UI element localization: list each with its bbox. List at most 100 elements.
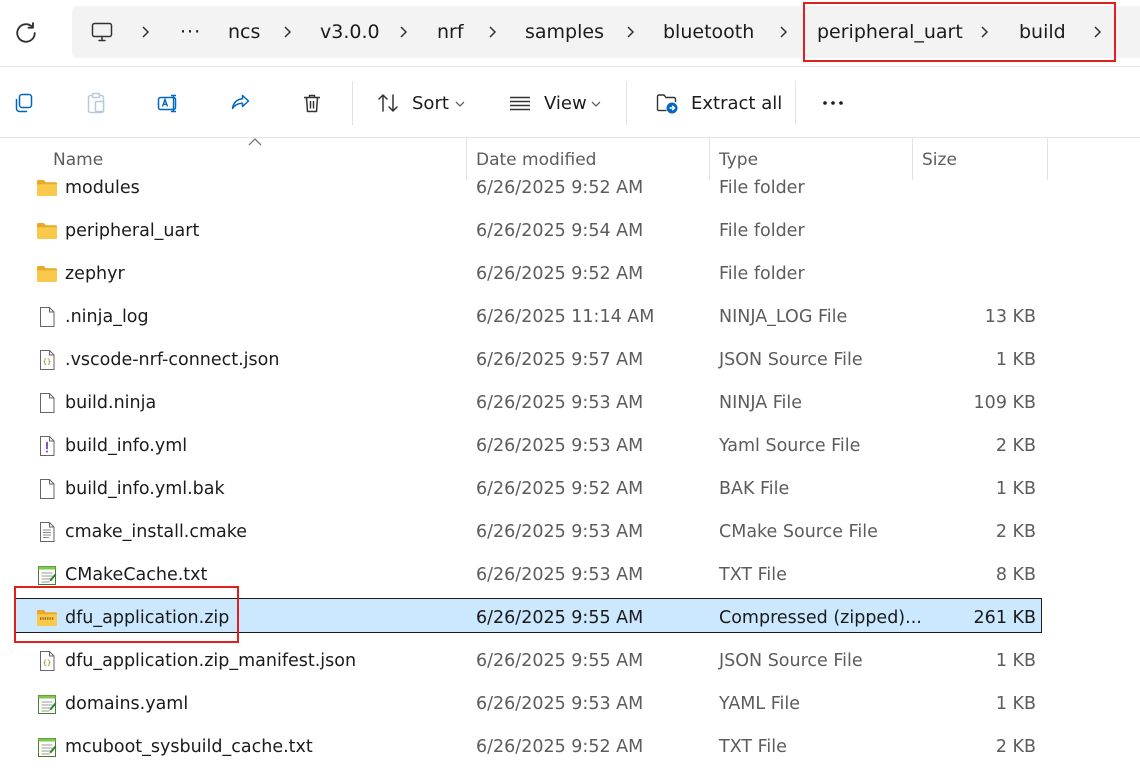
file-row[interactable]: modules 6/26/2025 9:52 AM File folder bbox=[0, 167, 1140, 210]
file-type: BAK File bbox=[719, 479, 790, 499]
toolbar-separator bbox=[795, 81, 796, 125]
sort-button[interactable]: Sort bbox=[412, 67, 449, 141]
file-name[interactable]: .ninja_log bbox=[65, 307, 149, 327]
file-name[interactable]: .vscode-nrf-connect.json bbox=[65, 350, 279, 370]
extract-icon[interactable] bbox=[655, 91, 679, 115]
share-icon[interactable] bbox=[228, 91, 252, 115]
copy-icon[interactable] bbox=[12, 91, 36, 115]
file-type: JSON Source File bbox=[719, 651, 863, 671]
file-name[interactable]: modules bbox=[65, 178, 140, 198]
paste-icon[interactable] bbox=[84, 91, 108, 115]
file-date-modified: 6/26/2025 9:52 AM bbox=[476, 178, 644, 198]
highlight-box-zip bbox=[14, 586, 239, 643]
file-row[interactable]: domains.yaml 6/26/2025 9:53 AM YAML File 1 … bbox=[0, 683, 1140, 726]
file-size: 1 KB bbox=[995, 479, 1036, 499]
file-size: 261 KB bbox=[973, 608, 1036, 628]
toolbar-separator bbox=[626, 81, 627, 125]
json-file-icon: {} bbox=[40, 651, 55, 671]
breadcrumb-overflow[interactable]: ··· bbox=[180, 6, 201, 58]
this-pc-icon[interactable] bbox=[90, 20, 114, 44]
toolbar-separator bbox=[352, 81, 353, 125]
chevron-down-icon[interactable] bbox=[591, 100, 601, 108]
file-size: 8 KB bbox=[995, 565, 1036, 585]
file-row[interactable]: build_info.yml.bak 6/26/2025 9:52 AM BAK F… bbox=[0, 468, 1140, 511]
chevron-down-icon[interactable] bbox=[455, 100, 465, 108]
file-row[interactable]: cmake_install.cmake 6/26/2025 9:53 AM CMak… bbox=[0, 511, 1140, 554]
file-date-modified: 6/26/2025 9:52 AM bbox=[476, 737, 644, 757]
chevron-right-icon[interactable] bbox=[776, 24, 792, 40]
file-type: JSON Source File bbox=[719, 350, 863, 370]
breadcrumb-bluetooth[interactable]: bluetooth bbox=[663, 6, 754, 58]
file-date-modified: 6/26/2025 11:14 AM bbox=[476, 307, 655, 327]
chevron-right-icon[interactable] bbox=[396, 24, 412, 40]
refresh-icon[interactable] bbox=[12, 19, 40, 47]
file-row[interactable]: zephyr 6/26/2025 9:52 AM File folder bbox=[0, 253, 1140, 296]
file-size: 109 KB bbox=[973, 393, 1036, 413]
file-name[interactable]: zephyr bbox=[65, 264, 125, 284]
file-size: 2 KB bbox=[995, 522, 1036, 542]
file-size: 2 KB bbox=[995, 436, 1036, 456]
file-name[interactable]: build.ninja bbox=[65, 393, 156, 413]
file-size: 2 KB bbox=[995, 737, 1036, 757]
file-date-modified: 6/26/2025 9:53 AM bbox=[476, 393, 644, 413]
blank-file-icon bbox=[40, 393, 55, 413]
file-name[interactable]: mcuboot_sysbuild_cache.txt bbox=[65, 737, 313, 757]
file-date-modified: 6/26/2025 9:57 AM bbox=[476, 350, 644, 370]
file-row[interactable]: {} .vscode-nrf-connect.json 6/26/2025 9:57… bbox=[0, 339, 1140, 382]
file-name[interactable]: CMakeCache.txt bbox=[65, 565, 207, 585]
text-file-icon bbox=[40, 522, 55, 542]
file-date-modified: 6/26/2025 9:54 AM bbox=[476, 221, 644, 241]
file-type: NINJA_LOG File bbox=[719, 307, 848, 327]
breadcrumb-ncs[interactable]: ncs bbox=[228, 6, 260, 58]
sort-icon[interactable] bbox=[376, 91, 400, 115]
file-type: TXT File bbox=[719, 565, 787, 585]
chevron-right-icon[interactable] bbox=[485, 24, 501, 40]
chevron-right-icon[interactable] bbox=[138, 24, 154, 40]
file-name[interactable]: build_info.yml bbox=[65, 436, 187, 456]
file-type: File folder bbox=[719, 264, 805, 284]
file-name[interactable]: cmake_install.cmake bbox=[65, 522, 247, 542]
file-row[interactable]: .ninja_log 6/26/2025 11:14 AM NINJA_LOG Fi… bbox=[0, 296, 1140, 339]
highlight-box-path bbox=[803, 2, 1116, 62]
sort-ascending-icon bbox=[248, 138, 262, 146]
chevron-right-icon[interactable] bbox=[280, 24, 296, 40]
json-file-icon: {} bbox=[40, 350, 55, 370]
extract-all-button[interactable]: Extract all bbox=[691, 67, 782, 141]
file-row[interactable]: peripheral_uart 6/26/2025 9:54 AM File fol… bbox=[0, 210, 1140, 253]
file-size: 1 KB bbox=[995, 350, 1036, 370]
delete-icon[interactable] bbox=[300, 91, 324, 115]
rename-icon[interactable] bbox=[156, 91, 180, 115]
file-row[interactable]: build_info.yml 6/26/2025 9:53 AM Yaml Sour… bbox=[0, 425, 1140, 468]
file-type: Yaml Source File bbox=[719, 436, 861, 456]
file-type: Compressed (zipped)... bbox=[719, 608, 922, 628]
folder-icon bbox=[37, 266, 57, 282]
file-name[interactable]: peripheral_uart bbox=[65, 221, 199, 241]
chevron-right-icon[interactable] bbox=[623, 24, 639, 40]
address-bar-area: ··· ncs v3.0.0 nrf samples bluetooth per… bbox=[0, 0, 1140, 66]
file-size: 13 KB bbox=[984, 307, 1036, 327]
view-icon[interactable] bbox=[508, 91, 532, 115]
folder-icon bbox=[37, 180, 57, 196]
file-size: 1 KB bbox=[995, 694, 1036, 714]
file-name[interactable]: dfu_application.zip_manifest.json bbox=[65, 651, 356, 671]
file-row[interactable]: mcuboot_sysbuild_cache.txt 6/26/2025 9:52… bbox=[0, 726, 1140, 769]
breadcrumb-samples[interactable]: samples bbox=[525, 6, 604, 58]
file-type: TXT File bbox=[719, 737, 787, 757]
notepad-file-icon bbox=[38, 738, 57, 757]
file-type: YAML File bbox=[719, 694, 800, 714]
breadcrumb-v3[interactable]: v3.0.0 bbox=[320, 6, 380, 58]
view-button[interactable]: View bbox=[544, 67, 587, 141]
file-name[interactable]: domains.yaml bbox=[65, 694, 188, 714]
file-date-modified: 6/26/2025 9:53 AM bbox=[476, 436, 644, 456]
file-name[interactable]: build_info.yml.bak bbox=[65, 479, 225, 499]
breadcrumb-nrf[interactable]: nrf bbox=[437, 6, 464, 58]
file-type: NINJA File bbox=[719, 393, 803, 413]
file-date-modified: 6/26/2025 9:53 AM bbox=[476, 522, 644, 542]
file-date-modified: 6/26/2025 9:53 AM bbox=[476, 694, 644, 714]
file-date-modified: 6/26/2025 9:55 AM bbox=[476, 651, 644, 671]
more-options-icon[interactable] bbox=[821, 91, 845, 115]
file-row[interactable]: {} dfu_application.zip_manifest.json 6/26/… bbox=[0, 640, 1140, 683]
file-row[interactable]: build.ninja 6/26/2025 9:53 AM NINJA File 10… bbox=[0, 382, 1140, 425]
command-bar: Sort View Extract all bbox=[0, 67, 1140, 137]
blank-file-icon bbox=[40, 479, 55, 499]
